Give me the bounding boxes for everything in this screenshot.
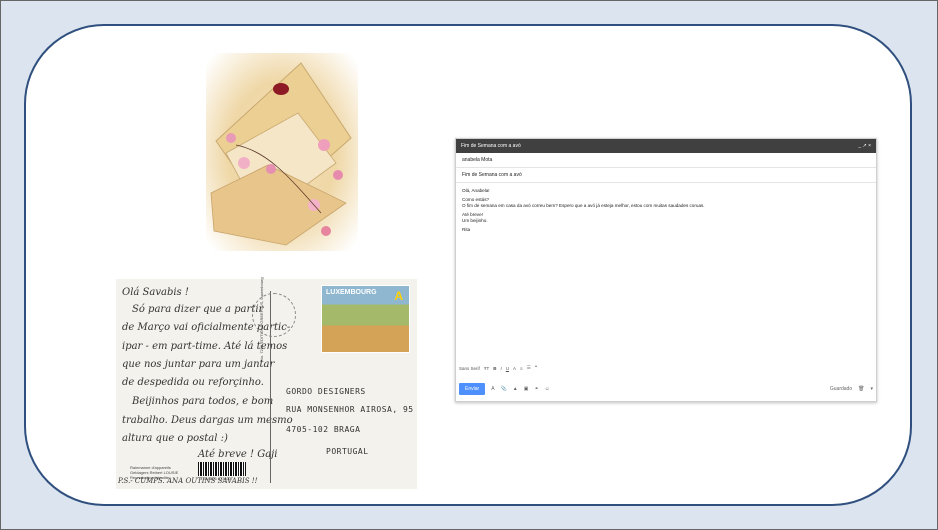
- postcard-line: de despedida ou reforçinho.: [122, 377, 264, 388]
- address-line: PORTUGAL: [326, 447, 369, 456]
- compose-header: Fim de Semana com a avó _ ↗ ×: [456, 139, 876, 153]
- italic-icon[interactable]: I: [501, 366, 502, 371]
- postmark: [252, 293, 296, 337]
- photo-icon[interactable]: ▣: [524, 386, 529, 392]
- stamp-country: LUXEMBOURG: [326, 289, 377, 296]
- bold-icon[interactable]: B: [493, 366, 496, 371]
- compose-title: Fim de Semana com a avó: [461, 143, 521, 149]
- postcard-line: Olá Savabis !: [122, 287, 189, 298]
- more-icon[interactable]: ▾: [870, 386, 873, 392]
- attach-icon[interactable]: 📎: [501, 386, 507, 392]
- postcard-line: trabalho. Deus dargas um mesmo: [122, 415, 293, 426]
- link-icon[interactable]: ⚭: [534, 386, 538, 392]
- envelope-image: [206, 53, 358, 251]
- format-icon[interactable]: A: [491, 386, 494, 392]
- size-icon[interactable]: ŦT: [484, 366, 490, 371]
- address-line: RUA MONSENHOR AIROSA, 95: [286, 405, 414, 414]
- window-controls[interactable]: _ ↗ ×: [858, 143, 871, 149]
- postcard-line: Beijinhos para todos, e bom: [132, 396, 274, 407]
- list-icon[interactable]: ☰: [527, 365, 531, 371]
- text-color-icon[interactable]: A: [513, 366, 516, 371]
- trash-icon[interactable]: 🗑: [858, 386, 864, 392]
- font-select[interactable]: Sans Serif: [459, 366, 480, 371]
- saved-status: Guardado: [829, 386, 853, 392]
- align-icon[interactable]: ≡: [520, 366, 523, 371]
- quote-icon[interactable]: ❞: [535, 365, 537, 371]
- to-field[interactable]: anabela Mota: [456, 153, 876, 168]
- subject-field[interactable]: Fim de Semana com a avó: [456, 168, 876, 183]
- postcard-line: que nos juntar para um jantar: [122, 359, 275, 370]
- emoji-icon[interactable]: ☺: [545, 386, 550, 392]
- postcard-image: Olá Savabis ! Só para dizer que a partir…: [116, 277, 417, 489]
- stamp-letter: A: [394, 289, 403, 303]
- format-toolbar: Sans Serif ŦT B I U A ≡ ☰ ❞: [459, 363, 537, 373]
- underline-icon[interactable]: U: [506, 366, 509, 371]
- compose-window: Fim de Semana com a avó _ ↗ × anabela Mo…: [455, 138, 877, 402]
- stamp: LUXEMBOURG A: [321, 285, 410, 353]
- postcard-line: Só para dizer que a partir: [132, 304, 264, 315]
- address-line: GORDO DESIGNERS: [286, 387, 366, 396]
- barcode: [198, 462, 246, 476]
- postcard-line: Até breve ! Gaji: [198, 449, 278, 460]
- compose-footer: Enviar A 📎 ▲ ▣ ⚭ ☺ Guardado 🗑 ▾: [459, 383, 873, 395]
- drive-icon[interactable]: ▲: [513, 386, 518, 392]
- address-line: 4705-102 BRAGA: [286, 425, 361, 434]
- message-body[interactable]: Olá, Anabela! Como estás? O fim de semana…: [456, 183, 876, 241]
- postcard-line: altura que o postal :): [122, 433, 228, 444]
- send-button[interactable]: Enviar: [459, 383, 486, 395]
- postscript: P.S.- CUMPS. ANA OUTINS SAVABIS !!: [118, 477, 258, 485]
